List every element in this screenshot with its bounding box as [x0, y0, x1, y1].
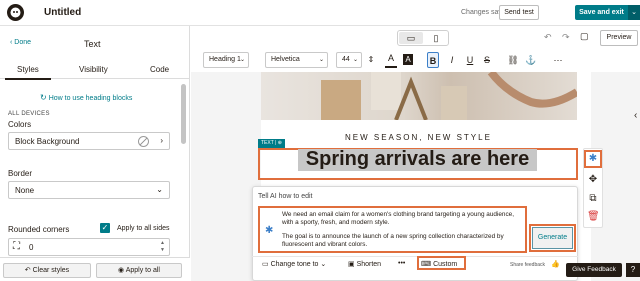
custom-label: Custom: [433, 261, 458, 268]
left-settings-panel: ‹ Done Text Styles Visibility Code ↻ How …: [0, 26, 190, 281]
shorten-option[interactable]: ▣ Shorten: [348, 260, 381, 268]
season-subheading[interactable]: NEW SEASON, NEW STYLE: [345, 133, 492, 142]
ai-panel-title: Tell AI how to edit: [258, 193, 313, 200]
undo-icon[interactable]: ↶: [544, 32, 552, 43]
comment-icon[interactable]: ▢: [580, 31, 589, 42]
ai-sparkle-icon: ✱: [265, 225, 274, 236]
tab-visibility[interactable]: Visibility: [79, 65, 108, 74]
send-test-button[interactable]: Send test: [499, 5, 539, 20]
ai-sparkle-icon[interactable]: ✱: [584, 150, 602, 168]
share-feedback-label: Share feedback: [510, 262, 546, 268]
delete-icon[interactable]: 🗑: [587, 211, 600, 222]
chevron-down-icon: ⌄: [352, 57, 358, 63]
move-icon[interactable]: ✥: [587, 174, 599, 185]
chevron-down-icon: ⌄: [156, 185, 163, 194]
thumbs-up-icon[interactable]: 👍: [551, 260, 560, 268]
border-label: Border: [8, 169, 33, 178]
corner-radius-value: 0: [29, 243, 34, 252]
highlight-color-icon[interactable]: A: [403, 54, 413, 65]
mailchimp-logo-icon[interactable]: [7, 4, 24, 21]
tab-styles[interactable]: Styles: [5, 65, 51, 80]
block-background-label: Block Background: [15, 137, 80, 146]
strikethrough-icon[interactable]: S: [481, 52, 493, 68]
shorten-icon: ▣: [348, 261, 357, 268]
apply-to-all-button[interactable]: ◉ Apply to all: [96, 263, 182, 278]
custom-icon: ⌨: [421, 261, 434, 268]
change-tone-label: Change tone to: [270, 261, 319, 268]
chevron-down-icon[interactable]: ⌄: [628, 5, 640, 20]
give-feedback-button[interactable]: Give Feedback: [566, 263, 622, 277]
chat-icon: ▭: [262, 261, 271, 268]
more-options-icon[interactable]: •••: [398, 260, 405, 267]
duplicate-icon[interactable]: ⧉: [587, 193, 599, 204]
save-and-exit-button[interactable]: Save and exit: [575, 5, 628, 20]
ai-prompt-text: We need an email claim for a women's clo…: [282, 211, 515, 226]
desktop-view-icon[interactable]: ▭: [399, 32, 423, 44]
divider: [252, 256, 578, 257]
font-select[interactable]: Helvetica ⌄: [265, 52, 328, 68]
help-link[interactable]: ↻ How to use heading blocks: [40, 93, 132, 102]
change-tone-option[interactable]: ▭ Change tone to ⌄: [262, 260, 326, 268]
stepper-icon[interactable]: ▲ ▼: [160, 240, 165, 254]
block-background-field[interactable]: Block Background ›: [8, 132, 170, 150]
apply-all-sides-checkbox[interactable]: ✓: [100, 223, 110, 233]
generate-button[interactable]: Generate: [532, 227, 573, 249]
paint-icon: ◉: [118, 267, 126, 274]
no-color-swatch-icon[interactable]: [138, 136, 149, 147]
custom-option[interactable]: ⌨ Custom: [421, 260, 457, 268]
block-style-select[interactable]: Heading 1 ⌄: [203, 52, 249, 68]
colors-label: Colors: [8, 120, 32, 129]
panel-footer: ↶ Clear styles ◉ Apply to all: [0, 257, 190, 281]
chevron-down-icon: ⌄: [318, 57, 324, 63]
font-size-value: 44: [342, 56, 350, 63]
border-select[interactable]: None ⌄: [8, 181, 170, 199]
chevron-down-icon: ⌄: [239, 57, 245, 63]
block-style-value: Heading 1: [209, 56, 241, 63]
bold-icon[interactable]: B: [427, 52, 439, 68]
help-button[interactable]: ?: [626, 263, 640, 277]
done-link[interactable]: ‹ Done: [10, 39, 31, 46]
refresh-help-icon: ↻: [40, 93, 47, 102]
more-options-icon[interactable]: ⋯: [552, 52, 564, 68]
mobile-view-icon[interactable]: ▯: [425, 32, 447, 44]
panel-tabs: Styles Visibility Code: [0, 62, 190, 80]
top-bar: Untitled Changes saved Send test Save an…: [0, 0, 640, 26]
font-size-select[interactable]: 44 ⌄: [336, 52, 362, 68]
underline-icon[interactable]: U: [464, 52, 476, 68]
panel-scrollbar[interactable]: [181, 84, 186, 144]
heading-text[interactable]: Spring arrivals are here: [298, 147, 537, 171]
text-block-tag: TEXT | ⊕: [258, 139, 285, 148]
border-select-value: None: [15, 186, 35, 195]
text-color-icon[interactable]: A: [385, 52, 397, 68]
tab-code[interactable]: Code: [150, 65, 169, 74]
formatting-toolbar: Heading 1 ⌄ Helvetica ⌄ 44 ⌄ ⇕ A A B I U S …: [196, 52, 640, 70]
apply-to-all-label: Apply to all: [125, 267, 160, 274]
hero-image[interactable]: [261, 72, 577, 120]
preview-button[interactable]: Preview: [600, 30, 638, 46]
edge-toggle-icon[interactable]: ‹: [634, 110, 637, 121]
corner-radius-input[interactable]: ⛶ 0 ▲ ▼: [8, 238, 170, 256]
rounded-corners-label: Rounded corners: [8, 225, 70, 234]
clear-styles-button[interactable]: ↶ Clear styles: [3, 263, 91, 278]
redo-icon[interactable]: ↷: [562, 32, 570, 43]
shorten-label: Shorten: [356, 261, 382, 268]
link-icon[interactable]: ⛓: [507, 52, 519, 68]
chevron-down-icon: ⌄: [318, 261, 327, 268]
help-link-label: How to use heading blocks: [48, 95, 133, 102]
anchor-icon[interactable]: ⚓: [525, 52, 537, 68]
all-devices-label: ALL DEVICES: [8, 111, 50, 117]
device-toggle: ▭ ▯: [397, 30, 449, 46]
document-title[interactable]: Untitled: [44, 7, 81, 18]
ai-prompt-text: The goal is to announce the launch of a …: [282, 233, 504, 248]
corners-icon: ⛶: [13, 241, 20, 252]
italic-icon[interactable]: I: [446, 52, 458, 68]
font-value: Helvetica: [271, 56, 300, 63]
panel-title: Text: [84, 39, 101, 49]
apply-all-sides-label: Apply to all sides: [117, 225, 170, 232]
undo-icon: ↶: [24, 267, 33, 274]
chevron-right-icon: ›: [160, 136, 163, 145]
stepper-icon[interactable]: ⇕: [365, 52, 377, 68]
clear-styles-label: Clear styles: [32, 267, 70, 274]
